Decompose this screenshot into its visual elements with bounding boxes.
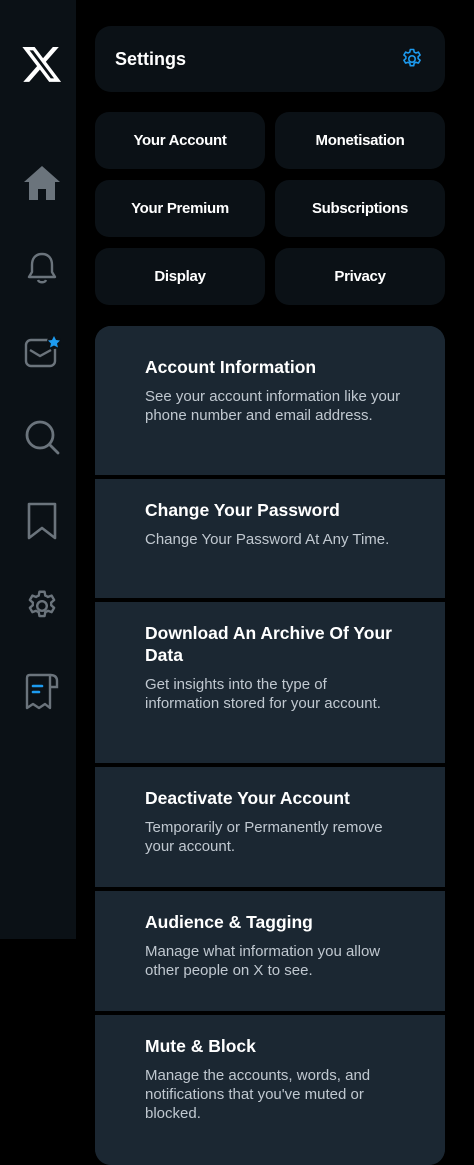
monetisation-button[interactable]: Monetisation (275, 112, 445, 169)
item-description: Change Your Password At Any Time. (145, 531, 390, 548)
home-icon[interactable] (18, 159, 66, 207)
item-title: Mute & Block (145, 1036, 256, 1056)
list-item-change-password[interactable]: Change Your Password Change Your Passwor… (95, 479, 445, 598)
item-title: Account Information (145, 357, 317, 377)
mail-icon[interactable] (18, 328, 66, 376)
item-description: See your account information like your p… (145, 388, 401, 424)
your-premium-button[interactable]: Your Premium (95, 180, 265, 237)
item-description: Manage what information you allow other … (145, 943, 381, 979)
gear-icon[interactable] (399, 46, 425, 72)
your-account-button[interactable]: Your Account (95, 112, 265, 169)
settings-header: Settings (95, 26, 445, 92)
item-description: Get insights into the type of informatio… (145, 676, 381, 712)
sidebar (0, 0, 76, 939)
privacy-button[interactable]: Privacy (275, 248, 445, 305)
display-button[interactable]: Display (95, 248, 265, 305)
item-title: Audience & Tagging (145, 912, 313, 932)
settings-list: Account Information See your account inf… (95, 326, 445, 1165)
x-logo-icon[interactable] (18, 40, 66, 88)
bookmark-icon[interactable] (18, 497, 66, 545)
item-description: Temporarily or Permanently remove your a… (145, 819, 383, 855)
list-item-download-archive[interactable]: Download An Archive Of Your Data Get ins… (95, 602, 445, 763)
item-description: Manage the accounts, words, and notifica… (145, 1067, 371, 1122)
subscriptions-button[interactable]: Subscriptions (275, 180, 445, 237)
list-item-account-information[interactable]: Account Information See your account inf… (95, 326, 445, 475)
item-title: Deactivate Your Account (145, 788, 350, 808)
item-title: Download An Archive Of Your Data (145, 623, 392, 665)
bell-icon[interactable] (18, 244, 66, 292)
receipt-icon[interactable] (18, 668, 66, 716)
search-icon[interactable] (18, 413, 66, 461)
list-item-mute-block[interactable]: Mute & Block Manage the accounts, words,… (95, 1015, 445, 1165)
gear-icon[interactable] (18, 582, 66, 630)
page-title: Settings (115, 48, 187, 69)
list-item-deactivate-account[interactable]: Deactivate Your Account Temporarily or P… (95, 767, 445, 887)
item-title: Change Your Password (145, 500, 340, 520)
list-item-audience-tagging[interactable]: Audience & Tagging Manage what informati… (95, 891, 445, 1011)
